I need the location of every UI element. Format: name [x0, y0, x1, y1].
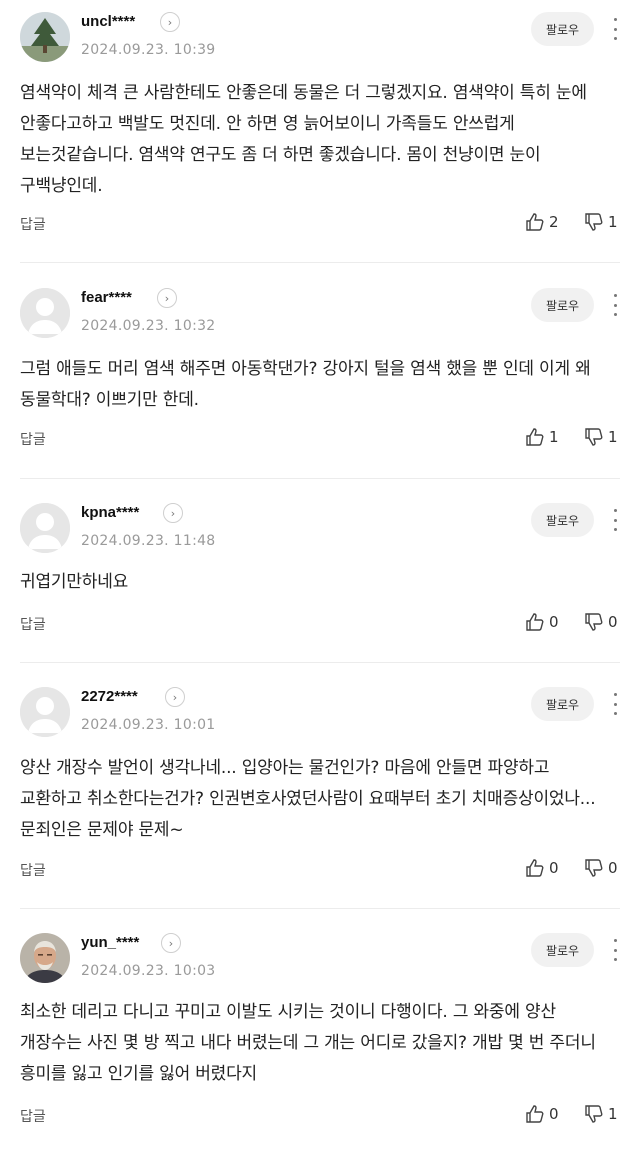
- follow-button[interactable]: 팔로우: [531, 503, 594, 537]
- dislike-count: 1: [608, 1105, 618, 1123]
- comment-text: 최소한 데리고 다니고 꾸미고 이발도 시키는 것이니 다행이다. 그 와중에 …: [20, 1002, 596, 1084]
- comment-item: 2272**** › 2024.09.23. 10:01 팔로우 양산 개장수 …: [0, 687, 640, 887]
- username[interactable]: fear****: [81, 289, 132, 306]
- like-button[interactable]: 1: [525, 427, 559, 447]
- thumbs-down-icon: [585, 428, 603, 446]
- divider: [20, 262, 620, 263]
- like-button[interactable]: 0: [525, 1104, 559, 1124]
- dislike-button[interactable]: 1: [584, 427, 618, 447]
- reply-button[interactable]: 답글: [20, 614, 46, 634]
- reply-button[interactable]: 답글: [20, 1106, 46, 1126]
- username[interactable]: uncl****: [81, 13, 135, 30]
- reply-button[interactable]: 답글: [20, 214, 46, 234]
- username[interactable]: kpna****: [81, 504, 139, 521]
- comment-item: fear**** › 2024.09.23. 10:32 팔로우 그럼 애들도 …: [0, 288, 640, 458]
- divider: [20, 662, 620, 663]
- comment-text: 양산 개장수 발언이 생각나네... 입양아는 물건인가? 마음에 안들면 파양…: [20, 758, 596, 840]
- timestamp: 2024.09.23. 10:03: [81, 963, 216, 979]
- comment-item: yun_**** › 2024.09.23. 10:03 팔로우 최소한 데리고…: [0, 933, 640, 1143]
- thumbs-down-icon: [585, 1105, 603, 1123]
- dislike-button[interactable]: 1: [584, 212, 618, 232]
- avatar[interactable]: [20, 12, 70, 62]
- thumbs-down-icon: [585, 613, 603, 631]
- like-button[interactable]: 0: [525, 858, 559, 878]
- chevron-right-icon[interactable]: ›: [160, 12, 180, 32]
- avatar[interactable]: [20, 933, 70, 983]
- dislike-button[interactable]: 0: [584, 858, 618, 878]
- more-options-icon[interactable]: [612, 693, 618, 715]
- comment-text: 그럼 애들도 머리 염색 해주면 아동학댄가? 강아지 털을 염색 했을 뿐 인…: [20, 359, 591, 410]
- comment-item: uncl**** › 2024.09.23. 10:39 팔로우 염색약이 체격…: [0, 12, 640, 252]
- like-count: 2: [549, 213, 559, 231]
- follow-button[interactable]: 팔로우: [531, 687, 594, 721]
- avatar[interactable]: [20, 687, 70, 737]
- like-button[interactable]: 0: [525, 612, 559, 632]
- username[interactable]: 2272****: [81, 688, 138, 705]
- reply-button[interactable]: 답글: [20, 860, 46, 880]
- like-count: 0: [549, 859, 559, 877]
- more-options-icon[interactable]: [612, 509, 618, 531]
- divider: [20, 908, 620, 909]
- dislike-count: 1: [608, 428, 618, 446]
- thumbs-down-icon: [585, 213, 603, 231]
- thumbs-up-icon: [526, 213, 544, 231]
- like-button[interactable]: 2: [525, 212, 559, 232]
- username[interactable]: yun_****: [81, 934, 139, 951]
- timestamp: 2024.09.23. 11:48: [81, 533, 216, 549]
- follow-button[interactable]: 팔로우: [531, 933, 594, 967]
- dislike-count: 0: [608, 859, 618, 877]
- dislike-count: 1: [608, 213, 618, 231]
- timestamp: 2024.09.23. 10:32: [81, 318, 216, 334]
- comment-text: 귀엽기만하네요: [20, 572, 129, 592]
- thumbs-up-icon: [526, 613, 544, 631]
- dislike-count: 0: [608, 613, 618, 631]
- comment-item: kpna**** › 2024.09.23. 11:48 팔로우 귀엽기만하네요…: [0, 503, 640, 643]
- follow-button[interactable]: 팔로우: [531, 12, 594, 46]
- more-options-icon[interactable]: [612, 18, 618, 40]
- dislike-button[interactable]: 0: [584, 612, 618, 632]
- chevron-right-icon[interactable]: ›: [165, 687, 185, 707]
- timestamp: 2024.09.23. 10:39: [81, 42, 216, 58]
- like-count: 0: [549, 1105, 559, 1123]
- more-options-icon[interactable]: [612, 939, 618, 961]
- more-options-icon[interactable]: [612, 294, 618, 316]
- divider: [20, 478, 620, 479]
- thumbs-down-icon: [585, 859, 603, 877]
- chevron-right-icon[interactable]: ›: [161, 933, 181, 953]
- chevron-right-icon[interactable]: ›: [163, 503, 183, 523]
- comment-text: 염색약이 체격 큰 사람한테도 안좋은데 동물은 더 그렇겠지요. 염색약이 특…: [20, 83, 587, 196]
- like-count: 0: [549, 613, 559, 631]
- avatar[interactable]: [20, 503, 70, 553]
- timestamp: 2024.09.23. 10:01: [81, 717, 216, 733]
- dislike-button[interactable]: 1: [584, 1104, 618, 1124]
- like-count: 1: [549, 428, 559, 446]
- thumbs-up-icon: [526, 1105, 544, 1123]
- chevron-right-icon[interactable]: ›: [157, 288, 177, 308]
- reply-button[interactable]: 답글: [20, 429, 46, 449]
- follow-button[interactable]: 팔로우: [531, 288, 594, 322]
- avatar[interactable]: [20, 288, 70, 338]
- thumbs-up-icon: [526, 859, 544, 877]
- thumbs-up-icon: [526, 428, 544, 446]
